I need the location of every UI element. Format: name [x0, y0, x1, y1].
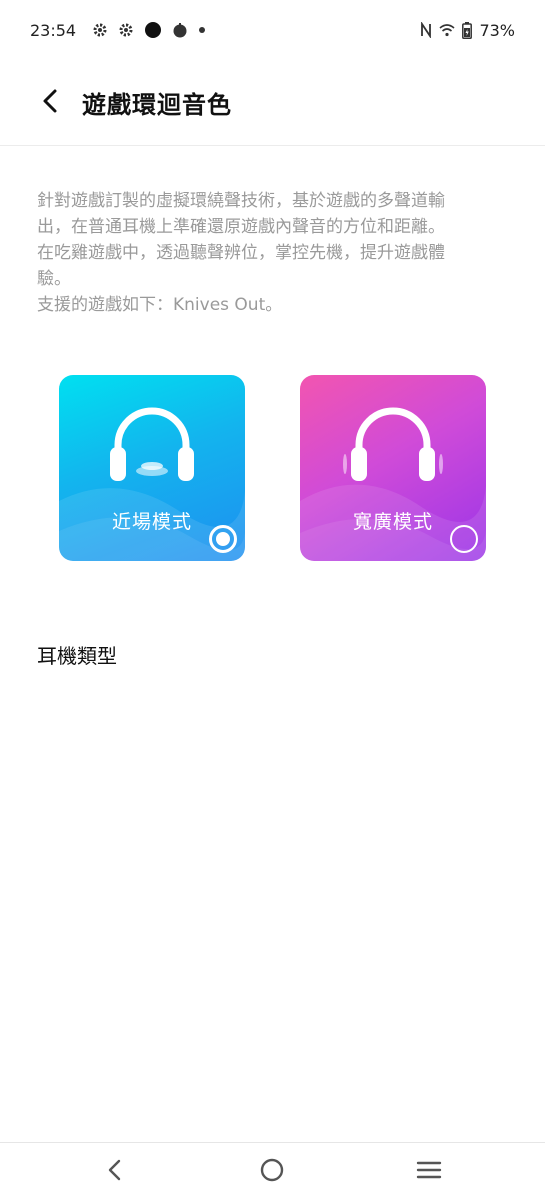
nav-back-button[interactable]	[100, 1157, 130, 1187]
chevron-left-icon	[39, 88, 61, 118]
headphone-type-label: 耳機類型	[37, 644, 117, 668]
description-line: 出，在普通耳機上準確還原遊戲內聲音的方位和距離。	[37, 217, 445, 237]
radio-near-field-selected[interactable]	[209, 525, 237, 553]
back-triangle-icon	[105, 1158, 125, 1186]
description-line: 針對遊戲訂製的虛擬環繞聲技術，基於遊戲的多聲道輸	[37, 191, 445, 211]
page-title: 遊戲環迴音色	[82, 91, 232, 119]
page: 23:54 73% 遊戲環迴音色 針對遊戲訂製的虛擬環繞聲技術，基於遊戲的多聲道…	[0, 0, 545, 1200]
mode-card-near-field[interactable]: 近場模式	[59, 375, 245, 561]
gear-icon	[118, 22, 134, 38]
radio-wide-unselected[interactable]	[450, 525, 478, 553]
home-circle-icon	[259, 1157, 285, 1187]
battery-percentage: 73%	[479, 20, 515, 40]
status-time: 23:54	[30, 20, 77, 40]
headphone-icon	[110, 407, 194, 481]
app-bar: 遊戲環迴音色	[0, 60, 545, 146]
app-notification-icon	[172, 22, 188, 38]
gear-icon	[92, 22, 108, 38]
status-left: 23:54	[30, 21, 206, 40]
description: 針對遊戲訂製的虛擬環繞聲技術，基於遊戲的多聲道輸 出，在普通耳機上準確還原遊戲內…	[37, 188, 517, 318]
battery-icon	[462, 21, 473, 39]
status-right: 73%	[420, 21, 515, 40]
headphone-icon	[343, 407, 443, 481]
back-button[interactable]	[30, 83, 70, 123]
menu-lines-icon	[416, 1159, 442, 1185]
description-line: 驗。	[37, 269, 71, 289]
wifi-icon	[439, 23, 455, 37]
nav-menu-button[interactable]	[414, 1157, 444, 1187]
navigation-bar	[0, 1142, 545, 1200]
nav-home-button[interactable]	[257, 1157, 287, 1187]
status-bar: 23:54 73%	[0, 0, 545, 60]
circle-notification-icon	[144, 21, 162, 39]
dot-icon	[198, 26, 206, 34]
mode-card-wide[interactable]: 寬廣模式	[300, 375, 486, 561]
description-line: 在吃雞遊戲中，透過聽聲辨位，掌控先機，提升遊戲體	[37, 243, 445, 263]
description-line: 支援的遊戲如下：Knives Out。	[37, 295, 283, 315]
nfc-icon	[420, 22, 432, 38]
